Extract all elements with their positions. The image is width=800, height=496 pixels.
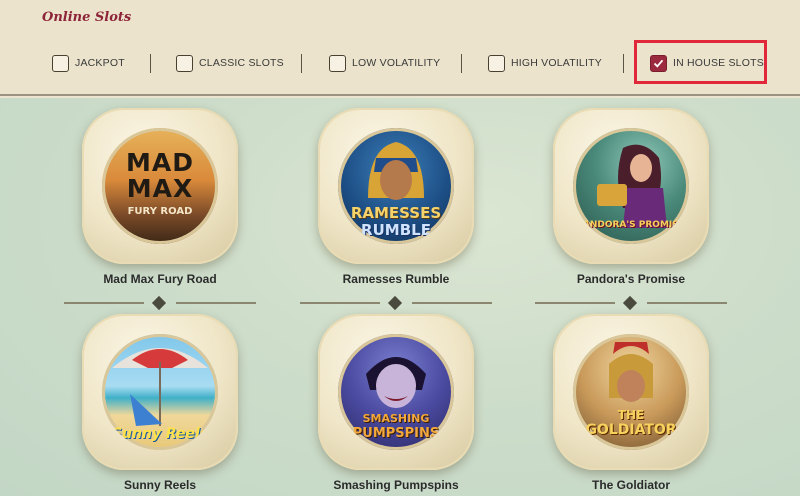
selection-highlight-box: [634, 40, 767, 84]
game-thumbnail[interactable]: THE GOLDIATOR: [573, 334, 689, 450]
game-logo-text: MAD: [126, 148, 194, 177]
game-logo-text: GOLDIATOR: [585, 422, 677, 438]
game-name[interactable]: The Goldiator: [533, 478, 729, 492]
game-name[interactable]: Ramesses Rumble: [298, 272, 494, 286]
game-thumbnail[interactable]: Sunny Reels: [102, 334, 218, 450]
filter-divider: [623, 54, 624, 73]
game-name[interactable]: Mad Max Fury Road: [62, 272, 258, 286]
checkbox-classic-slots[interactable]: [176, 54, 193, 72]
game-logo-text: SMASHING: [362, 412, 430, 425]
game-logo-text: PUMPSPINS: [352, 426, 440, 441]
game-thumbnail[interactable]: PANDORA'S PROMISE: [573, 128, 689, 244]
game-thumbnail[interactable]: MAD MAX FURY ROAD: [102, 128, 218, 244]
game-thumbnail[interactable]: SMASHING PUMPSPINS: [338, 334, 454, 450]
diamond-icon: [151, 295, 167, 311]
game-grid: MAD MAX FURY ROAD Mad Max Fury Road RAME…: [0, 98, 800, 496]
game-logo-text: Sunny Reels: [111, 426, 209, 442]
checkbox-high-volatility[interactable]: [488, 54, 505, 72]
game-thumbnail[interactable]: RAMESSES RUMBLE: [338, 128, 454, 244]
game-logo-text: PANDORA'S PROMISE: [577, 220, 685, 230]
game-logo-text: MAX: [126, 174, 194, 203]
game-logo-text: RAMESSES: [350, 204, 442, 222]
separator: [290, 295, 502, 311]
checkbox-low-volatility[interactable]: [329, 54, 346, 72]
filter-divider: [301, 54, 302, 73]
filter-divider: [150, 54, 151, 73]
diamond-icon: [387, 295, 403, 311]
game-logo-text: FURY ROAD: [127, 206, 193, 217]
filter-bar: JACKPOT CLASSIC SLOTS LOW VOLATILITY HIG…: [0, 40, 800, 86]
checkbox-jackpot[interactable]: [52, 54, 69, 72]
filter-header: Online Slots JACKPOT CLASSIC SLOTS LOW V…: [0, 0, 800, 96]
filter-label: CLASSIC SLOTS: [199, 57, 284, 69]
game-name[interactable]: Pandora's Promise: [533, 272, 729, 286]
separator: [54, 295, 266, 311]
game-name[interactable]: Smashing Pumpspins: [298, 478, 494, 492]
game-logo-text: RUMBLE: [361, 221, 431, 239]
filter-label: JACKPOT: [75, 57, 125, 69]
filter-divider: [461, 54, 462, 73]
separator: [525, 295, 737, 311]
diamond-icon: [622, 295, 638, 311]
page-title: Online Slots: [42, 10, 132, 25]
filter-low-volatility[interactable]: LOW VOLATILITY: [329, 52, 440, 74]
filter-label: HIGH VOLATILITY: [511, 57, 602, 69]
game-name[interactable]: Sunny Reels: [62, 478, 258, 492]
game-logo-text: THE: [617, 408, 645, 422]
filter-high-volatility[interactable]: HIGH VOLATILITY: [488, 52, 602, 74]
filter-jackpot[interactable]: JACKPOT: [52, 52, 125, 74]
filter-label: LOW VOLATILITY: [352, 57, 441, 69]
filter-classic-slots[interactable]: CLASSIC SLOTS: [176, 52, 284, 74]
